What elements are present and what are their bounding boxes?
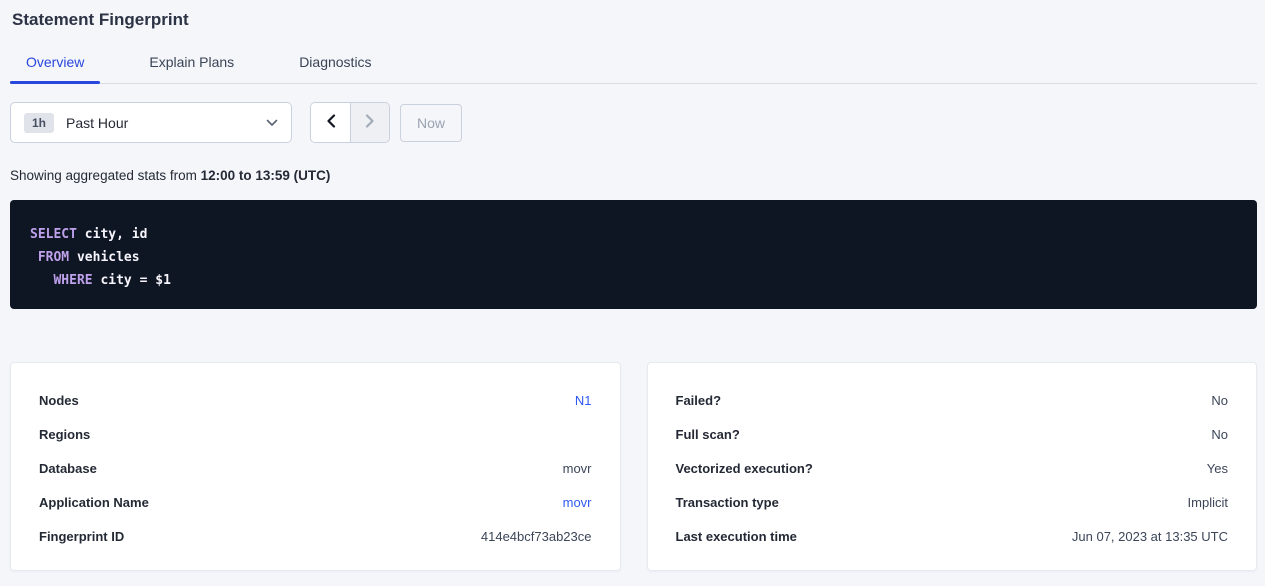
- sql-keyword: WHERE: [53, 273, 92, 288]
- page-title: Statement Fingerprint: [12, 10, 1257, 30]
- tab-overview[interactable]: Overview: [10, 54, 100, 83]
- time-range-label: Past Hour: [66, 115, 128, 131]
- row-label: Regions: [39, 427, 90, 442]
- aggregated-stats-text: Showing aggregated stats from 12:00 to 1…: [10, 168, 1257, 183]
- chevron-down-icon: [266, 119, 278, 127]
- sql-text: vehicles: [69, 250, 139, 265]
- row-value: No: [1211, 393, 1228, 408]
- sql-keyword: FROM: [38, 250, 69, 265]
- detail-row-nodes: Nodes N1: [39, 383, 592, 417]
- sql-text: city = $1: [93, 273, 171, 288]
- row-value: No: [1211, 427, 1228, 442]
- tab-diagnostics[interactable]: Diagnostics: [283, 54, 387, 83]
- row-label: Full scan?: [676, 427, 740, 442]
- detail-row-database: Database movr: [39, 451, 592, 485]
- sql-keyword: SELECT: [30, 227, 77, 242]
- row-label: Transaction type: [676, 495, 779, 510]
- sql-text: city, id: [77, 227, 147, 242]
- detail-row-regions: Regions: [39, 417, 592, 451]
- statement-details-card-right: Failed? No Full scan? No Vectorized exec…: [647, 362, 1258, 571]
- detail-row-transaction-type: Transaction type Implicit: [676, 485, 1229, 519]
- chevron-right-icon: [365, 114, 375, 131]
- statement-details-card-left: Nodes N1 Regions Database movr Applicati…: [10, 362, 621, 571]
- time-range-dropdown[interactable]: 1h Past Hour: [10, 102, 292, 143]
- sql-line: SELECT city, id: [30, 223, 1237, 246]
- row-label: Last execution time: [676, 529, 797, 544]
- next-time-button[interactable]: [350, 103, 389, 142]
- tab-bar: Overview Explain Plans Diagnostics: [10, 54, 1257, 84]
- row-label: Database: [39, 461, 97, 476]
- row-label: Failed?: [676, 393, 722, 408]
- detail-row-failed: Failed? No: [676, 383, 1229, 417]
- previous-time-button[interactable]: [311, 103, 350, 142]
- row-label: Vectorized execution?: [676, 461, 813, 476]
- nodes-link[interactable]: N1: [575, 393, 592, 408]
- time-range-badge: 1h: [24, 113, 54, 133]
- chevron-left-icon: [326, 114, 336, 131]
- detail-row-full-scan: Full scan? No: [676, 417, 1229, 451]
- row-value: Yes: [1207, 461, 1228, 476]
- detail-row-application-name: Application Name movr: [39, 485, 592, 519]
- time-toolbar: 1h Past Hour Now: [10, 102, 1257, 143]
- tab-explain-plans[interactable]: Explain Plans: [133, 54, 250, 83]
- statement-fingerprint-page: Statement Fingerprint Overview Explain P…: [0, 0, 1265, 571]
- row-value: 414e4bcf73ab23ce: [481, 529, 592, 544]
- sql-statement-box: SELECT city, id FROM vehicles WHERE city…: [10, 200, 1257, 309]
- sql-line: WHERE city = $1: [30, 269, 1237, 292]
- row-label: Fingerprint ID: [39, 529, 124, 544]
- sql-line: FROM vehicles: [30, 246, 1237, 269]
- detail-row-last-execution-time: Last execution time Jun 07, 2023 at 13:3…: [676, 519, 1229, 553]
- row-value: Implicit: [1188, 495, 1228, 510]
- detail-row-fingerprint-id: Fingerprint ID 414e4bcf73ab23ce: [39, 519, 592, 553]
- aggregated-stats-range: 12:00 to 13:59 (UTC): [201, 168, 331, 183]
- now-button[interactable]: Now: [400, 104, 462, 142]
- row-value: Jun 07, 2023 at 13:35 UTC: [1072, 529, 1228, 544]
- aggregated-stats-prefix: Showing aggregated stats from: [10, 168, 201, 183]
- row-label: Application Name: [39, 495, 149, 510]
- details-cards: Nodes N1 Regions Database movr Applicati…: [10, 362, 1257, 571]
- time-step-button-group: [310, 102, 390, 143]
- detail-row-vectorized-execution: Vectorized execution? Yes: [676, 451, 1229, 485]
- row-label: Nodes: [39, 393, 79, 408]
- row-value: movr: [563, 461, 592, 476]
- application-name-link[interactable]: movr: [563, 495, 592, 510]
